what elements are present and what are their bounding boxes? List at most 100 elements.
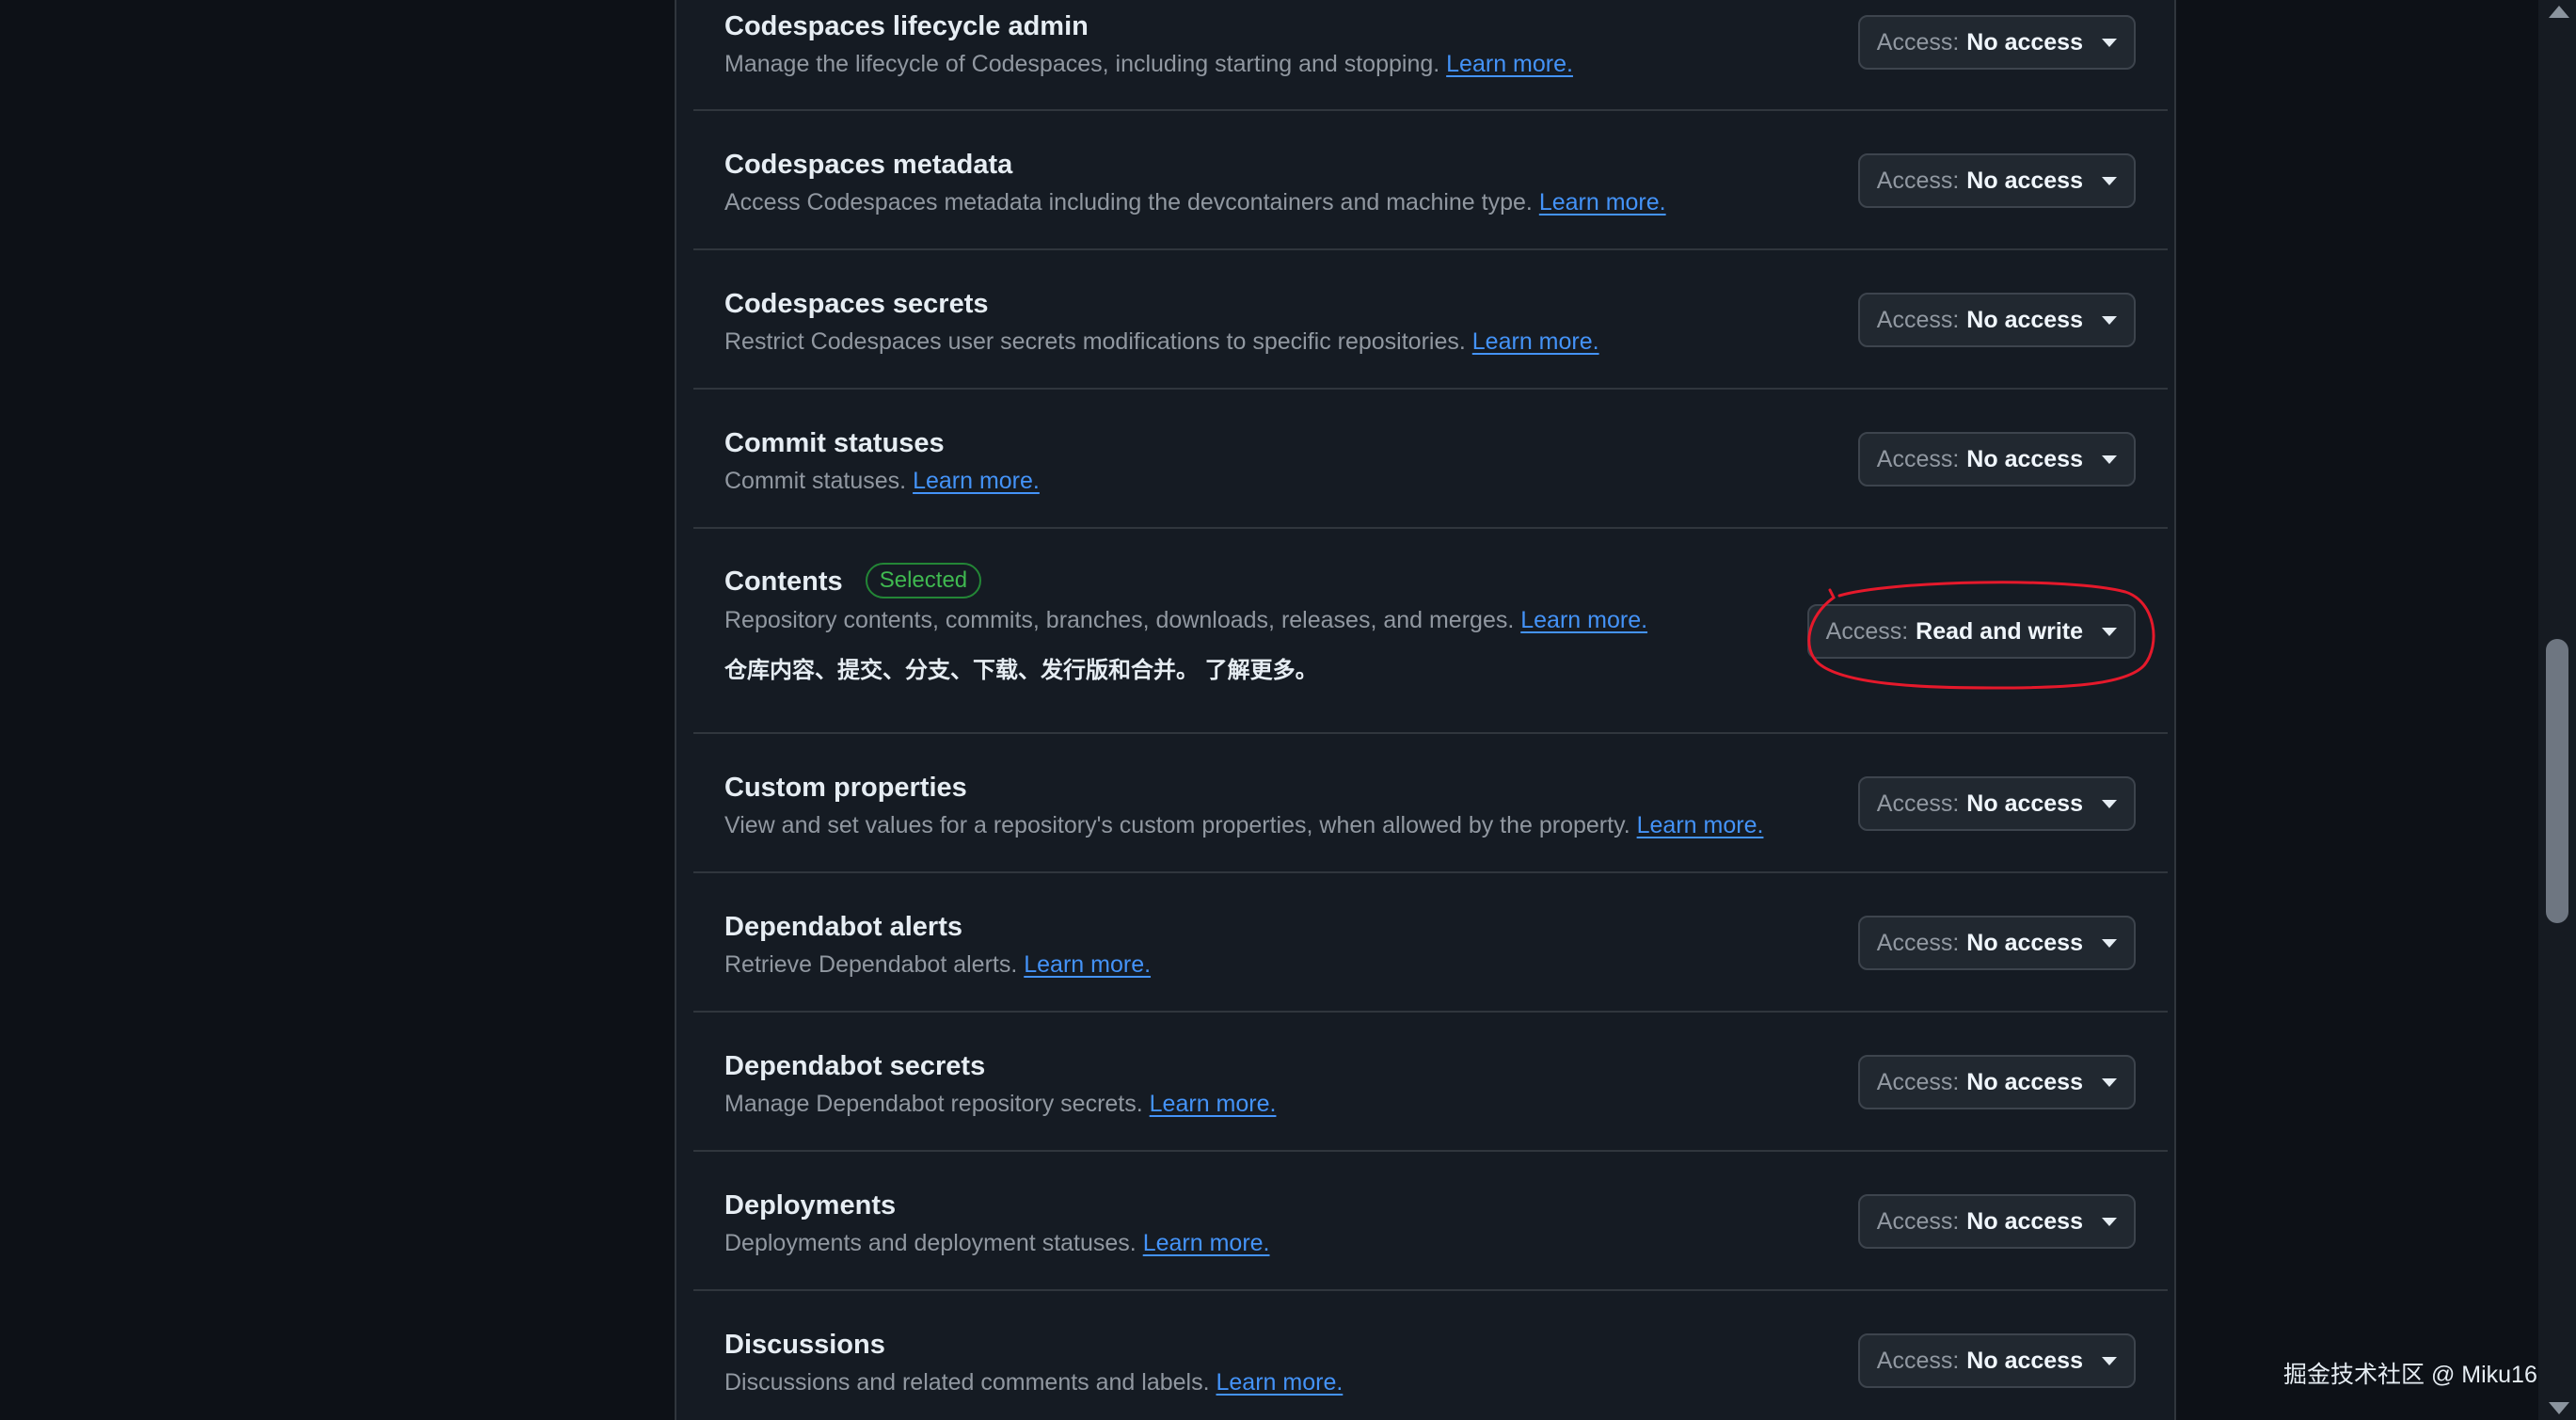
permission-description-text: View and set values for a repository's c… <box>724 812 1630 838</box>
access-dropdown[interactable]: Access: No access <box>1857 916 2136 970</box>
permission-description-text: Commit statuses. <box>724 468 907 494</box>
access-value: No access <box>1966 28 2083 56</box>
learn-more-link[interactable]: Learn more. <box>1472 328 1599 355</box>
caret-down-icon <box>2102 176 2117 185</box>
caret-down-icon <box>2102 1356 2117 1365</box>
access-prefix: Access: <box>1876 790 1960 817</box>
access-prefix: Access: <box>1876 1347 1960 1374</box>
permission-description: Repository contents, commits, branches, … <box>724 609 1647 632</box>
selected-badge: Selected <box>865 563 982 598</box>
access-prefix: Access: <box>1876 445 1960 472</box>
scroll-down-arrow-icon[interactable] <box>2549 1402 2569 1414</box>
access-prefix: Access: <box>1876 929 1960 956</box>
caret-down-icon <box>2102 799 2117 808</box>
access-value: No access <box>1966 790 2083 817</box>
permission-description: Manage Dependabot repository secrets. Le… <box>724 1093 1276 1116</box>
scroll-up-arrow-icon[interactable] <box>2549 6 2569 18</box>
permission-row-contents: Contents Selected Repository contents, c… <box>693 529 2168 734</box>
access-value: No access <box>1966 167 2083 194</box>
access-value: No access <box>1966 1347 2083 1374</box>
access-dropdown[interactable]: Access: No access <box>1857 1194 2136 1249</box>
permission-title: Dependabot secrets <box>724 1051 986 1081</box>
permission-description: Manage the lifecycle of Codespaces, incl… <box>724 53 1573 76</box>
caret-down-icon <box>2102 627 2117 636</box>
permission-description: Restrict Codespaces user secrets modific… <box>724 330 1599 354</box>
access-value: No access <box>1966 306 2083 333</box>
scrollbar-thumb[interactable] <box>2546 639 2568 923</box>
vertical-scrollbar[interactable] <box>2538 0 2576 1420</box>
permission-row-commit-statuses: Commit statuses Commit statuses. Learn m… <box>693 390 2168 529</box>
access-dropdown[interactable]: Access: No access <box>1857 15 2136 70</box>
permission-description: Discussions and related comments and lab… <box>724 1371 1343 1395</box>
permission-description-text: Manage Dependabot repository secrets. <box>724 1091 1143 1117</box>
access-dropdown[interactable]: Access: No access <box>1857 1333 2136 1388</box>
permission-title: Codespaces metadata <box>724 150 1013 180</box>
learn-more-link[interactable]: Learn more. <box>1143 1230 1270 1256</box>
permissions-panel: Codespaces lifecycle admin Manage the li… <box>675 0 2176 1420</box>
access-dropdown[interactable]: Access: No access <box>1857 1055 2136 1109</box>
permission-description-text: Manage the lifecycle of Codespaces, incl… <box>724 51 1440 77</box>
caret-down-icon <box>2102 38 2117 47</box>
access-prefix: Access: <box>1825 617 1909 645</box>
access-dropdown[interactable]: Access: No access <box>1857 432 2136 487</box>
permission-title: Deployments <box>724 1190 897 1221</box>
caret-down-icon <box>2102 1077 2117 1087</box>
permission-title: Discussions <box>724 1330 885 1360</box>
permission-description: View and set values for a repository's c… <box>724 814 1763 838</box>
permission-row-deployments: Deployments Deployments and deployment s… <box>693 1152 2168 1291</box>
permission-row-codespaces-metadata: Codespaces metadata Access Codespaces me… <box>693 111 2168 250</box>
permission-title: Contents Selected <box>724 563 982 598</box>
permission-title: Commit statuses <box>724 428 945 458</box>
permission-row-dependabot-secrets: Dependabot secrets Manage Dependabot rep… <box>693 1013 2168 1152</box>
permission-row-custom-properties: Custom properties View and set values fo… <box>693 734 2168 873</box>
learn-more-link[interactable]: Learn more. <box>1520 607 1647 633</box>
access-dropdown[interactable]: Access: Read and write <box>1806 604 2136 659</box>
caret-down-icon <box>2102 938 2117 948</box>
access-value: No access <box>1966 445 2083 472</box>
learn-more-link[interactable]: Learn more. <box>1024 951 1151 978</box>
permission-description: Retrieve Dependabot alerts. Learn more. <box>724 953 1151 977</box>
page: Codespaces lifecycle admin Manage the li… <box>0 0 2576 1420</box>
access-value: No access <box>1966 1068 2083 1095</box>
learn-more-link[interactable]: Learn more. <box>1446 51 1573 77</box>
learn-more-link[interactable]: Learn more. <box>1216 1369 1344 1396</box>
learn-more-link[interactable]: Learn more. <box>1539 189 1666 215</box>
permission-description-text: Restrict Codespaces user secrets modific… <box>724 328 1466 355</box>
access-dropdown[interactable]: Access: No access <box>1857 776 2136 831</box>
permission-description-text: Retrieve Dependabot alerts. <box>724 951 1018 978</box>
access-value: No access <box>1966 929 2083 956</box>
access-dropdown[interactable]: Access: No access <box>1857 153 2136 208</box>
permission-title: Codespaces lifecycle admin <box>724 11 1089 41</box>
learn-more-link[interactable]: Learn more. <box>1150 1091 1277 1117</box>
permission-description: Commit statuses. Learn more. <box>724 470 1040 493</box>
permission-title-text: Contents <box>724 566 843 597</box>
watermark: 掘金技术社区 @ Miku16 <box>2283 1362 2537 1388</box>
permission-description: Deployments and deployment statuses. Lea… <box>724 1232 1270 1255</box>
learn-more-link[interactable]: Learn more. <box>1637 812 1764 838</box>
access-prefix: Access: <box>1876 1207 1960 1235</box>
permission-title: Custom properties <box>724 773 967 803</box>
permission-title: Codespaces secrets <box>724 289 989 319</box>
permission-description-text: Discussions and related comments and lab… <box>724 1369 1210 1396</box>
translation-text: 仓库内容、提交、分支、下载、发行版和合并。 了解更多。 <box>724 658 1318 683</box>
caret-down-icon <box>2102 315 2117 325</box>
caret-down-icon <box>2102 1217 2117 1226</box>
permission-title: Dependabot alerts <box>724 912 962 942</box>
permission-description-text: Repository contents, commits, branches, … <box>724 607 1515 633</box>
caret-down-icon <box>2102 455 2117 464</box>
access-prefix: Access: <box>1876 1068 1960 1095</box>
permission-row-codespaces-secrets: Codespaces secrets Restrict Codespaces u… <box>693 250 2168 390</box>
access-prefix: Access: <box>1876 306 1960 333</box>
permission-description-text: Deployments and deployment statuses. <box>724 1230 1137 1256</box>
access-prefix: Access: <box>1876 28 1960 56</box>
learn-more-link[interactable]: Learn more. <box>913 468 1040 494</box>
access-value: Read and write <box>1916 617 2083 645</box>
permission-row-dependabot-alerts: Dependabot alerts Retrieve Dependabot al… <box>693 873 2168 1013</box>
access-value: No access <box>1966 1207 2083 1235</box>
permission-description: Access Codespaces metadata including the… <box>724 191 1666 215</box>
access-dropdown[interactable]: Access: No access <box>1857 293 2136 347</box>
permission-description-text: Access Codespaces metadata including the… <box>724 189 1533 215</box>
permission-row-discussions: Discussions Discussions and related comm… <box>693 1291 2168 1420</box>
permission-row-codespaces-lifecycle-admin: Codespaces lifecycle admin Manage the li… <box>693 0 2168 111</box>
access-prefix: Access: <box>1876 167 1960 194</box>
